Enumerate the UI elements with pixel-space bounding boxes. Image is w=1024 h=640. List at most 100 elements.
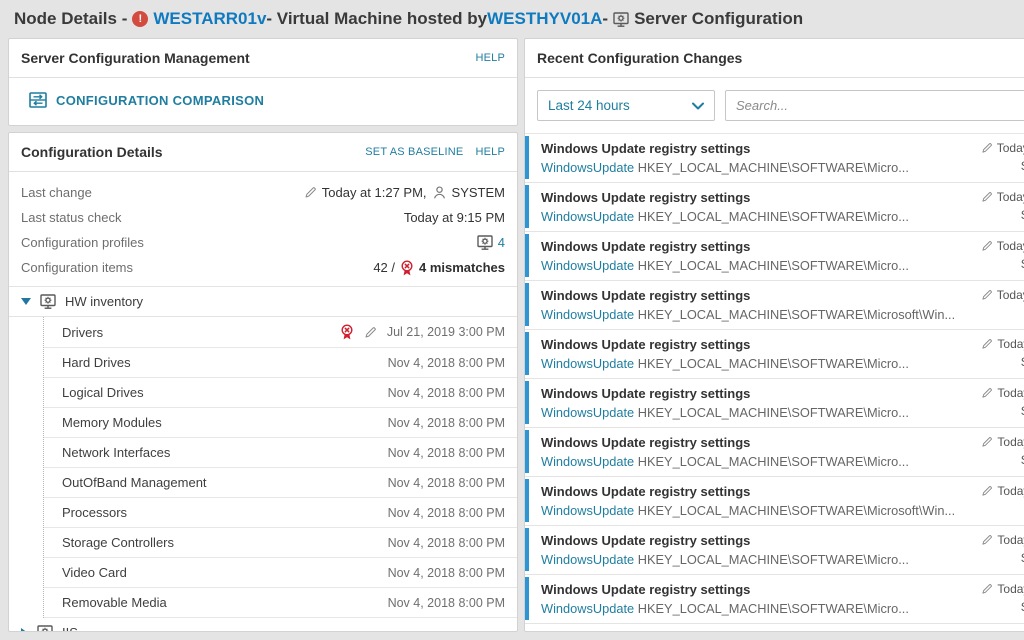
change-source-link[interactable]: WindowsUpdate (541, 405, 634, 420)
change-item[interactable]: Windows Update registry settings Windows… (525, 232, 1024, 281)
tree-group-iis[interactable]: IIS (9, 618, 517, 632)
comparison-icon (29, 91, 47, 109)
pencil-icon (981, 436, 993, 448)
change-item[interactable]: Windows Update registry settings Windows… (525, 575, 1024, 624)
change-item[interactable]: Windows Update registry settings Windows… (525, 477, 1024, 526)
change-title: Windows Update registry settings (541, 533, 909, 548)
scm-help-link[interactable]: HELP (475, 52, 505, 64)
tree-item[interactable]: Removable Media Nov 4, 2018 8:00 PM (44, 588, 517, 618)
change-time: Today at 1:27 PM (997, 239, 1024, 253)
pencil-icon (981, 240, 993, 252)
tree-item-date: Nov 4, 2018 8:00 PM (388, 506, 505, 520)
tree-item[interactable]: OutOfBand Management Nov 4, 2018 8:00 PM (44, 468, 517, 498)
host-name-link[interactable]: WESTHYV01A (487, 9, 602, 29)
comparison-label: CONFIGURATION COMPARISON (56, 93, 264, 108)
tree-item[interactable]: Hard Drives Nov 4, 2018 8:00 PM (44, 348, 517, 378)
change-time: Today at 6:54 AM (997, 435, 1024, 449)
details-help-link[interactable]: HELP (475, 146, 505, 158)
configuration-comparison-button[interactable]: CONFIGURATION COMPARISON (29, 91, 264, 109)
change-item[interactable]: Windows Update registry settings Windows… (525, 526, 1024, 575)
change-item[interactable]: Windows Update registry settings Windows… (525, 379, 1024, 428)
profiles-count-link[interactable]: 4 (498, 235, 505, 250)
tree-item[interactable]: Logical Drives Nov 4, 2018 8:00 PM (44, 378, 517, 408)
tree-item[interactable]: Processors Nov 4, 2018 8:00 PM (44, 498, 517, 528)
change-title: Windows Update registry settings (541, 582, 909, 597)
tree-item-date: Nov 4, 2018 8:00 PM (388, 536, 505, 550)
change-source-link[interactable]: WindowsUpdate (541, 209, 634, 224)
change-time: Today at 7:03 AM (997, 386, 1024, 400)
right-column: Recent Configuration Changes HELP Last 2… (524, 38, 1024, 632)
hw-inventory-children: Drivers Jul 21, 2019 3:00 PM Hard Drives (43, 317, 517, 618)
monitor-gear-icon (37, 625, 53, 632)
pencil-icon (981, 142, 993, 154)
change-source-link[interactable]: WindowsUpdate (541, 356, 634, 371)
tree-item-name: Removable Media (62, 595, 167, 610)
scm-panel-title: Server Configuration Management (21, 50, 250, 66)
monitor-gear-icon (40, 294, 56, 309)
last-change-label: Last change (21, 185, 92, 200)
change-source-link[interactable]: WindowsUpdate (541, 307, 634, 322)
change-registry-path: HKEY_LOCAL_MACHINE\SOFTWARE\Micro... (638, 601, 909, 616)
config-items-tree: HW inventory Drivers Jul 21, 2019 3:00 P… (9, 286, 517, 632)
change-registry-path: HKEY_LOCAL_MACHINE\SOFTWARE\Micro... (638, 356, 909, 371)
set-as-baseline-link[interactable]: SET AS BASELINE (365, 146, 463, 158)
profiles-label: Configuration profiles (21, 235, 144, 250)
change-registry-path: HKEY_LOCAL_MACHINE\SOFTWARE\Micro... (638, 209, 909, 224)
change-registry-path: HKEY_LOCAL_MACHINE\SOFTWARE\Microsoft\Wi… (638, 307, 955, 322)
change-source-link[interactable]: WindowsUpdate (541, 552, 634, 567)
change-source-link[interactable]: WindowsUpdate (541, 454, 634, 469)
tree-item[interactable]: Storage Controllers Nov 4, 2018 8:00 PM (44, 528, 517, 558)
change-time: Today at 1:19 PM (997, 288, 1024, 302)
tree-group-hw-inventory[interactable]: HW inventory (9, 286, 517, 317)
node-name-link[interactable]: WESTARR01v (153, 9, 266, 29)
items-label: Configuration items (21, 260, 133, 275)
last-change-time: Today at 1:27 PM, (322, 185, 427, 200)
tree-item-date: Nov 4, 2018 8:00 PM (388, 446, 505, 460)
change-registry-path: HKEY_LOCAL_MACHINE\SOFTWARE\Micro... (638, 160, 909, 175)
last-status-row: Last status check Today at 9:15 PM (21, 205, 505, 230)
tree-item-name: Video Card (62, 565, 127, 580)
search-box (725, 90, 1024, 121)
change-time: Today at 1:30 PM (997, 141, 1024, 155)
server-config-icon (613, 12, 629, 27)
pencil-icon (981, 338, 993, 350)
tree-item-date: Nov 4, 2018 8:00 PM (388, 386, 505, 400)
change-title: Windows Update registry settings (541, 337, 909, 352)
pencil-icon (981, 191, 993, 203)
change-source-link[interactable]: WindowsUpdate (541, 503, 634, 518)
pencil-icon (981, 387, 993, 399)
tree-item[interactable]: Video Card Nov 4, 2018 8:00 PM (44, 558, 517, 588)
person-icon (432, 185, 447, 200)
configuration-details-panel: Configuration Details SET AS BASELINE HE… (8, 132, 518, 632)
time-filter-dropdown[interactable]: Last 24 hours (537, 90, 715, 121)
change-registry-path: HKEY_LOCAL_MACHINE\SOFTWARE\Micro... (638, 258, 909, 273)
pencil-icon (981, 289, 993, 301)
tree-item[interactable]: Network Interfaces Nov 4, 2018 8:00 PM (44, 438, 517, 468)
change-item[interactable]: Windows Update registry settings Windows… (525, 134, 1024, 183)
tree-item-name: Logical Drives (62, 385, 144, 400)
change-item[interactable]: Windows Update registry settings Windows… (525, 330, 1024, 379)
change-title: Windows Update registry settings (541, 239, 909, 254)
time-filter-value: Last 24 hours (548, 98, 630, 113)
tree-item-name: Memory Modules (62, 415, 162, 430)
change-time: Today at 6:50 AM (997, 533, 1024, 547)
change-item[interactable]: Windows Update registry settings Windows… (525, 281, 1024, 330)
tree-item-name: Processors (62, 505, 127, 520)
change-item[interactable]: Windows Update registry settings Windows… (525, 428, 1024, 477)
change-source-link[interactable]: WindowsUpdate (541, 601, 634, 616)
tree-item[interactable]: Drivers Jul 21, 2019 3:00 PM (44, 317, 517, 348)
search-input[interactable] (726, 91, 1024, 120)
page-title-dash: - (602, 9, 608, 29)
tree-item-date: Nov 4, 2018 8:00 PM (388, 356, 505, 370)
pencil-icon (304, 186, 317, 199)
tree-item[interactable]: Memory Modules Nov 4, 2018 8:00 PM (44, 408, 517, 438)
last-change-row: Last change Today at 1:27 PM, SYSTEM (21, 180, 505, 205)
change-title: Windows Update registry settings (541, 141, 909, 156)
last-status-label: Last status check (21, 210, 121, 225)
change-item[interactable]: Windows Update registry settings Windows… (525, 183, 1024, 232)
recent-configuration-changes-panel: Recent Configuration Changes HELP Last 2… (524, 38, 1024, 632)
expand-triangle-icon[interactable] (21, 628, 28, 633)
collapse-triangle-icon[interactable] (21, 298, 31, 305)
change-source-link[interactable]: WindowsUpdate (541, 160, 634, 175)
change-source-link[interactable]: WindowsUpdate (541, 258, 634, 273)
